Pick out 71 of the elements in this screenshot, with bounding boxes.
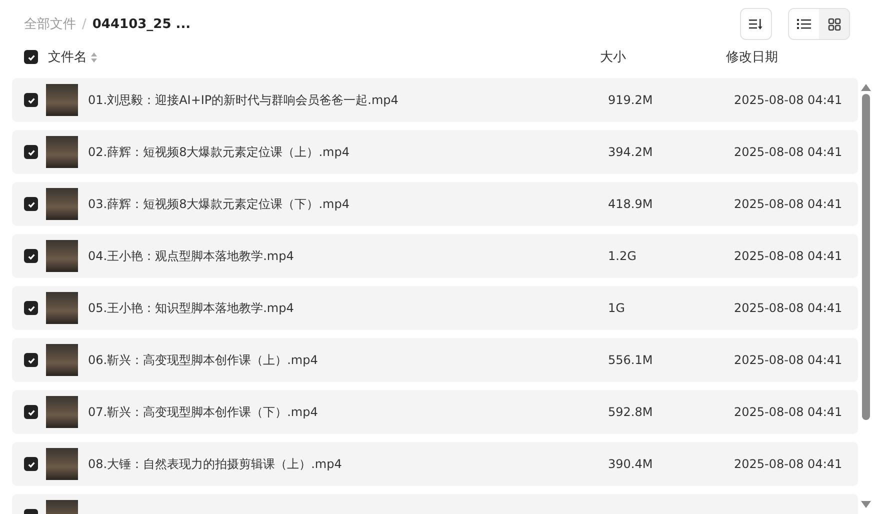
checkbox[interactable]	[24, 93, 38, 107]
video-thumbnail	[46, 136, 78, 168]
column-header: 大小	[600, 49, 627, 66]
checkbox[interactable]	[24, 353, 38, 367]
checkbox[interactable]	[24, 457, 38, 471]
checkbox[interactable]	[24, 301, 38, 315]
modified-date: 2025-08-08 04:41	[734, 405, 844, 419]
file-name: 01.刘思毅：迎接AI+IP的新时代与群响会员爸爸一起.mp4	[88, 92, 400, 108]
list-icon	[797, 18, 811, 30]
video-thumbnail	[46, 240, 78, 272]
file-size: 390.4M	[608, 457, 654, 471]
file-row[interactable]: 07.靳兴：高变现型脚本创作课（下）.mp4 592.8M 2025-08-08 04:41	[12, 390, 858, 434]
column-header[interactable]: 文件名	[46, 48, 600, 66]
checkmark-icon	[26, 460, 36, 468]
checkbox[interactable]	[24, 50, 38, 64]
scroll-down-icon[interactable]	[861, 501, 871, 508]
file-size: 592.8M	[608, 405, 654, 419]
video-thumbnail	[46, 448, 78, 480]
file-row[interactable]: 02.薛辉：短视频8大爆款元素定位课（上）.mp4 394.2M 2025-08-08 04:41	[12, 130, 858, 174]
file-row[interactable]: 04.王小艳：观点型脚本落地教学.mp4 1.2G 2025-08-08 04:41	[12, 234, 858, 278]
file-size: 919.2M	[608, 93, 654, 107]
column-header: 修改日期	[726, 49, 779, 66]
checkmark-icon	[26, 52, 36, 62]
sort-icon	[749, 18, 763, 30]
modified-date: 2025-08-08 04:41	[734, 457, 844, 471]
checkmark-icon	[26, 96, 36, 104]
file-row[interactable]: 06.靳兴：高变现型脚本创作课（上）.mp4 556.1M 2025-08-08 04:41	[12, 338, 858, 382]
file-name: 07.靳兴：高变现型脚本创作课（下）.mp4	[88, 404, 319, 420]
checkmark-icon	[26, 200, 36, 208]
checkbox[interactable]	[24, 145, 38, 159]
video-thumbnail	[46, 396, 78, 428]
modified-date: 2025-08-08 04:41	[734, 353, 844, 367]
checkmark-icon	[26, 252, 36, 260]
video-thumbnail	[46, 292, 78, 324]
checkmark-icon	[26, 304, 36, 312]
checkbox[interactable]	[24, 197, 38, 211]
file-row[interactable]: 01.刘思毅：迎接AI+IP的新时代与群响会员爸爸一起.mp4 919.2M 2025-08-08 04:41	[12, 78, 858, 122]
video-thumbnail	[46, 344, 78, 376]
file-row[interactable]: 08.大锤：自然表现力的拍摄剪辑课（上）.mp4 390.4M 2025-08-08 04:41	[12, 442, 858, 486]
file-size: 394.2M	[608, 145, 654, 159]
modified-date: 2025-08-08 04:41	[734, 249, 844, 263]
file-name: 03.薛辉：短视频8大爆款元素定位课（下）.mp4	[88, 196, 350, 212]
modified-date: 2025-08-08 04:41	[734, 145, 844, 159]
file-name: 06.靳兴：高变现型脚本创作课（上）.mp4	[88, 352, 319, 368]
file-name: 05.王小艳：知识型脚本落地教学.mp4	[88, 300, 295, 316]
scrollbar-thumb[interactable]	[862, 94, 870, 420]
checkmark-icon	[26, 148, 36, 156]
file-row[interactable]: 03.薛辉：短视频8大爆款元素定位课（下）.mp4 418.9M 2025-08-08 04:41	[12, 182, 858, 226]
file-row[interactable]: 05.王小艳：知识型脚本落地教学.mp4 1G 2025-08-08 04:41	[12, 286, 858, 330]
current-folder: 044103_25 ...	[92, 16, 191, 32]
checkbox[interactable]	[24, 249, 38, 263]
scroll-up-icon[interactable]	[861, 84, 871, 91]
file-size: 1.2G	[608, 249, 638, 263]
modified-date: 2025-08-08 04:41	[734, 301, 844, 315]
modified-date: 2025-08-08 04:41	[734, 93, 844, 107]
grid-icon	[828, 18, 840, 30]
sort-button[interactable]	[740, 8, 772, 40]
view-mode-button[interactable]	[789, 9, 819, 39]
breadcrumb-separator: /	[82, 16, 86, 32]
file-size: 1G	[608, 301, 626, 315]
modified-date: 2025-08-08 04:41	[734, 197, 844, 211]
file-name: 04.王小艳：观点型脚本落地教学.mp4	[88, 248, 295, 264]
file-size: 418.9M	[608, 197, 654, 211]
file-name: 02.薛辉：短视频8大爆款元素定位课（上）.mp4	[88, 144, 350, 160]
file-size: 556.1M	[608, 353, 654, 367]
checkmark-icon	[26, 408, 36, 416]
file-name: 08.大锤：自然表现力的拍摄剪辑课（上）.mp4	[88, 456, 343, 472]
checkmark-icon	[26, 356, 36, 364]
checkbox[interactable]	[24, 405, 38, 419]
video-thumbnail	[46, 84, 78, 116]
video-thumbnail	[46, 188, 78, 220]
